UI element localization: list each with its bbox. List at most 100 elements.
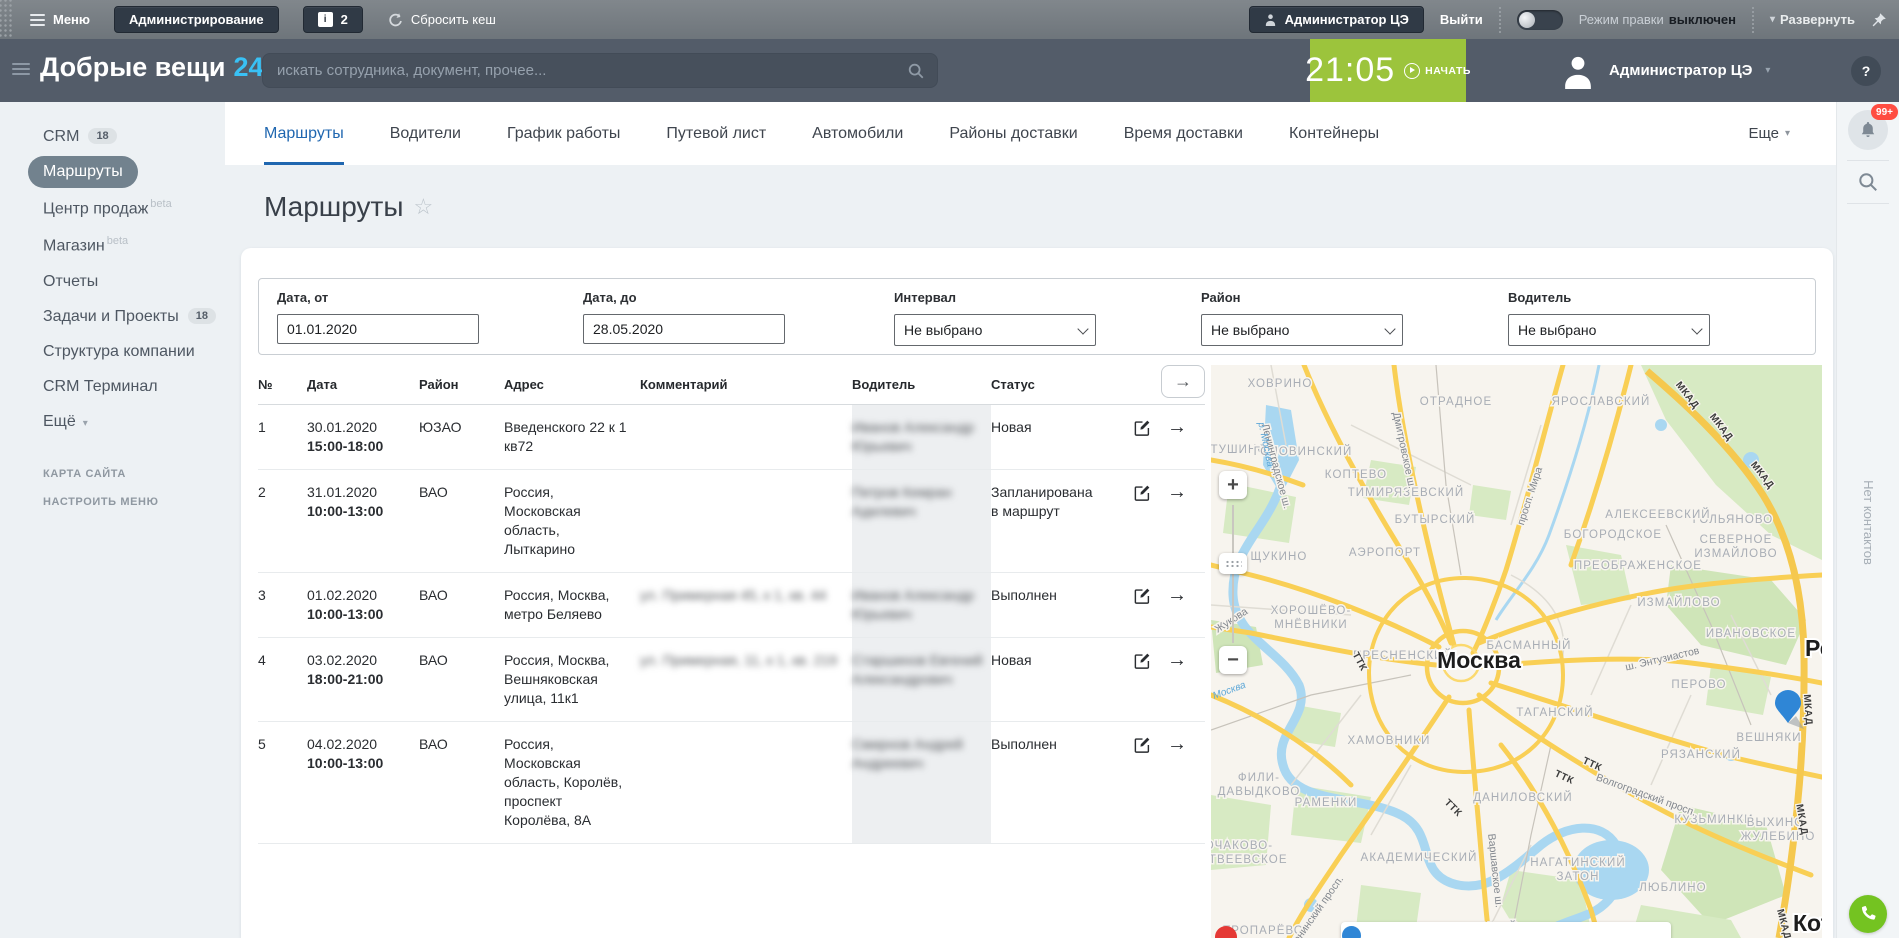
edit-icon[interactable] (1133, 483, 1152, 502)
sidebar-footer-link[interactable]: КАРТА САЙТА (43, 468, 225, 480)
map-label: ХОВРИНО (1248, 378, 1313, 390)
table-scroll-right-button[interactable]: → (1161, 365, 1205, 398)
content-card: Дата, отДата, доИнтервалНе выбраноРайонН… (241, 248, 1833, 938)
filter-select[interactable]: Не выбрано (1201, 314, 1403, 346)
open-arrow-icon[interactable]: → (1167, 586, 1187, 605)
sidebar-footer-link[interactable]: НАСТРОИТЬ МЕНЮ (43, 496, 225, 508)
map-zoom-track[interactable] (1232, 505, 1234, 643)
open-arrow-icon[interactable]: → (1167, 735, 1187, 754)
sidebar-item[interactable]: Отчеты (28, 266, 113, 298)
administration-button[interactable]: Администрирование (114, 6, 279, 33)
drag-grip[interactable] (0, 0, 14, 39)
cell-address: Россия, Московская область, Лыткарино (504, 470, 640, 572)
sidebar-item[interactable]: Задачи и Проекты18 (28, 301, 231, 333)
tab[interactable]: Районы доставки (949, 102, 1077, 165)
cell-status: Выполнен (991, 722, 1101, 843)
map-label: ЛЮБЛИНО (1639, 882, 1706, 894)
filter-input[interactable] (583, 314, 785, 344)
time-interval: 10:00-13:00 (307, 605, 411, 624)
current-user-menu[interactable]: Администратор ЦЭ ▾ (1560, 39, 1770, 102)
pin-icon[interactable] (1871, 12, 1887, 28)
filter-select-value: Не выбрано (1211, 322, 1289, 338)
search-icon[interactable] (907, 62, 925, 80)
cell-actions: → (1101, 573, 1185, 637)
map-label: ВЕШНЯКИ (1736, 732, 1801, 744)
tab[interactable]: Контейнеры (1289, 102, 1379, 165)
table-row[interactable]: 130.01.202015:00-18:00ЮЗАОВведенского 22… (258, 405, 1205, 470)
header-hamburger-icon[interactable] (12, 63, 30, 75)
favorite-star-icon[interactable]: ☆ (413, 194, 433, 220)
sidebar-item[interactable]: CRM18 (28, 121, 132, 153)
tab[interactable]: Автомобили (812, 102, 903, 165)
filter-field: Дата, от (277, 290, 479, 344)
map-label: ДАНИЛОВСКИЙ (1473, 791, 1572, 804)
sidebar-item[interactable]: Центр продажbeta (28, 191, 187, 225)
expand-button[interactable]: ▾ Развернуть (1770, 12, 1855, 27)
tab[interactable]: График работы (507, 102, 620, 165)
edit-icon[interactable] (1133, 735, 1152, 754)
table-row[interactable]: 231.01.202010:00-13:00ВАОРоссия, Московс… (258, 470, 1205, 573)
notifications-button[interactable]: 99+ (1848, 110, 1888, 150)
edit-icon[interactable] (1133, 651, 1152, 670)
tab[interactable]: Водители (390, 102, 461, 165)
table-row[interactable]: 301.02.202010:00-13:00ВАОРоссия, Москва,… (258, 573, 1205, 638)
sidebar-item[interactable]: Маршруты (28, 156, 138, 188)
cell-address: Россия, Москва, метро Беляево (504, 573, 640, 637)
map-label: РАМЕНКИ (1295, 797, 1358, 809)
comment-text: ул. Примерная 45, к 1, кв. 44 (640, 586, 826, 605)
cell-driver: Старшинов Евгений Александрович (852, 638, 991, 721)
map-zoom-in-button[interactable]: + (1219, 471, 1247, 499)
map-label: ИВАНОВСКОЕ (1706, 628, 1796, 640)
app-logo[interactable]: Добрые вещи24 (40, 52, 264, 83)
column-header: Адрес (504, 365, 640, 404)
chevron-down-icon (1077, 323, 1088, 334)
reset-cache-button[interactable]: Сбросить кеш (387, 12, 496, 28)
admin-menu-button[interactable]: Меню (30, 12, 90, 27)
tab[interactable]: Маршруты (264, 102, 344, 165)
cell-date: 31.01.202010:00-13:00 (307, 470, 419, 572)
table-row[interactable]: 403.02.202018:00-21:00ВАОРоссия, Москва,… (258, 638, 1205, 722)
logout-button[interactable]: Выйти (1440, 12, 1483, 27)
date-value: 01.02.2020 (307, 586, 411, 605)
search-icon (1857, 171, 1879, 193)
cell-status: Запланирована в маршрут (991, 470, 1101, 572)
map-label: ЯРОСЛАВСКИЙ (1552, 395, 1651, 408)
sidebar-item[interactable]: Структура компании (28, 336, 210, 368)
edit-icon[interactable] (1133, 586, 1152, 605)
date-value: 31.01.2020 (307, 483, 411, 502)
chevron-down-icon (1691, 323, 1702, 334)
tabs-more-button[interactable]: Еще ▾ (1748, 125, 1790, 142)
worktime-widget[interactable]: 21:05 НАЧАТЬ (1310, 39, 1466, 102)
telephony-button[interactable] (1849, 895, 1887, 933)
chevron-down-icon: ▾ (1785, 129, 1790, 139)
open-arrow-icon[interactable]: → (1167, 483, 1187, 502)
edit-icon[interactable] (1133, 418, 1152, 437)
sidebar-item[interactable]: Ещё▾ (28, 406, 103, 438)
open-arrow-icon[interactable]: → (1167, 651, 1187, 670)
sidebar-item[interactable]: CRM Терминал (28, 371, 173, 403)
time-interval: 10:00-13:00 (307, 754, 411, 773)
admin-user-button[interactable]: Администратор ЦЭ (1249, 6, 1424, 33)
filter-select[interactable]: Не выбрано (894, 314, 1096, 346)
tab[interactable]: Путевой лист (666, 102, 766, 165)
comment-text: ул. Примерная, 11, к 1, кв. 219 (640, 651, 837, 670)
map-label: БОГОРОДСКОЕ (1564, 529, 1662, 541)
map-label: ТАГАНСКИЙ (1516, 706, 1593, 719)
filter-label: Водитель (1508, 290, 1710, 305)
sidebar-item[interactable]: Магазинbeta (28, 228, 143, 262)
global-search-input[interactable] (275, 61, 907, 80)
global-search (262, 53, 938, 88)
map-zoom-out-button[interactable]: − (1219, 646, 1247, 674)
open-arrow-icon[interactable]: → (1167, 418, 1187, 437)
info-counter-button[interactable]: i 2 (303, 6, 363, 33)
rail-search-button[interactable] (1837, 171, 1899, 193)
table-row[interactable]: 504.02.202010:00-13:00ВАОРоссия, Московс… (258, 722, 1205, 844)
filter-label: Дата, до (583, 290, 785, 305)
delivery-map[interactable]: ХОВРИНООТРАДНОЕЯРОСЛАВСКИЙТУШИНОГОЛОВИНС… (1211, 365, 1822, 938)
edit-mode-toggle[interactable] (1517, 10, 1563, 30)
filter-select[interactable]: Не выбрано (1508, 314, 1710, 346)
help-button[interactable]: ? (1851, 56, 1881, 86)
filter-input[interactable] (277, 314, 479, 344)
map-zoom-slider-handle[interactable] (1219, 553, 1247, 574)
tab[interactable]: Время доставки (1124, 102, 1243, 165)
